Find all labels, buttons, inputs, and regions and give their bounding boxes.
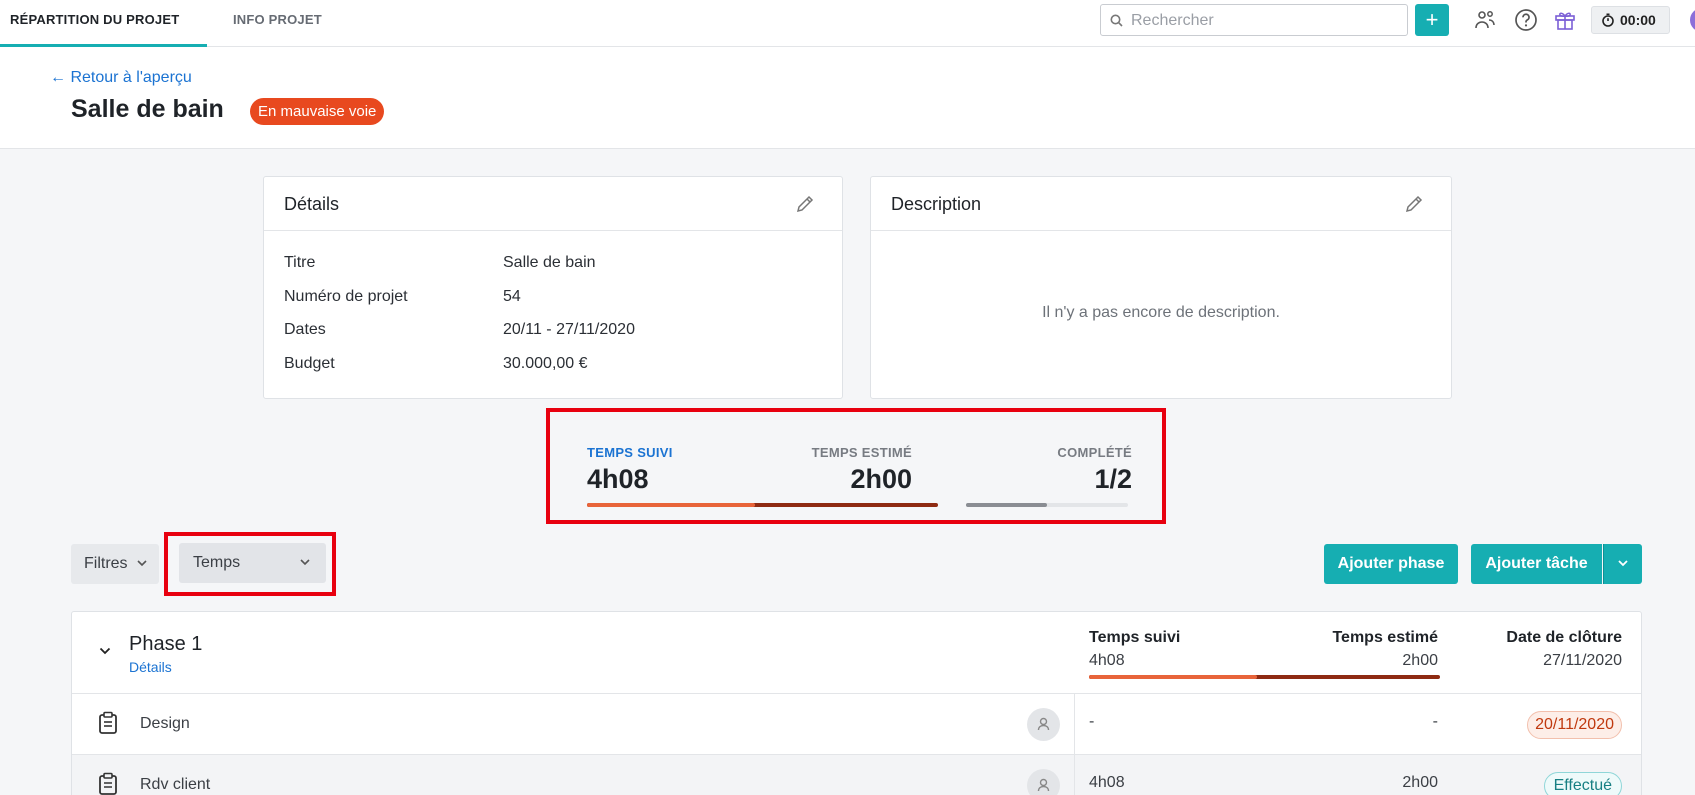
completed-value: 1/2 (1094, 464, 1132, 494)
detail-value: Salle de bain (503, 254, 596, 271)
user-icon (1037, 717, 1050, 731)
add-task-button[interactable]: Ajouter tâche (1471, 544, 1602, 584)
estimated-time-value: 2h00 (850, 464, 912, 494)
chevron-down-icon (300, 559, 310, 566)
description-empty-text: Il n'y a pas encore de description. (1042, 304, 1280, 321)
col-header-tracked: Temps suivi (1089, 629, 1181, 646)
top-bar: RÉPARTITION DU PROJET INFO PROJET + 00:0… (0, 0, 1695, 47)
detail-label: Titre (284, 254, 316, 271)
time-progress-fill (587, 503, 755, 507)
stopwatch-icon (1602, 13, 1614, 27)
task-tracked: 4h08 (1089, 774, 1125, 791)
task-estimated: - (1432, 713, 1438, 730)
tab-project-breakdown[interactable]: RÉPARTITION DU PROJET (0, 0, 207, 47)
clipboard-icon (99, 772, 117, 795)
chevron-down-icon (1618, 560, 1628, 567)
chevron-down-icon[interactable] (99, 647, 111, 655)
completed-progress-fill (966, 503, 1047, 507)
timer-button[interactable]: 00:00 (1591, 6, 1670, 34)
chevron-down-icon (137, 560, 147, 567)
assignee-avatar[interactable] (1027, 708, 1060, 741)
status-badge: En mauvaise voie (250, 98, 385, 125)
user-avatar[interactable] (1690, 8, 1695, 32)
completed-progress-bar (966, 503, 1128, 507)
clipboard-icon (99, 711, 117, 734)
phase-table: Phase 1 Détails Temps suivi 4h08 Temps e… (71, 611, 1642, 795)
filters-button[interactable]: Filtres (71, 544, 159, 584)
detail-value: 30.000,00 € (503, 355, 588, 372)
table-row[interactable]: Design - - 20/11/2020 (72, 694, 1641, 755)
description-card: Description Il n'y a pas encore de descr… (870, 176, 1452, 399)
phase-header: Phase 1 Détails Temps suivi 4h08 Temps e… (72, 612, 1641, 694)
column-divider (1074, 755, 1075, 795)
task-status-badge: Effectué (1543, 772, 1622, 795)
task-due-date-badge: 20/11/2020 (1527, 711, 1622, 739)
arrow-left-icon: ← (50, 69, 66, 86)
table-row[interactable]: Rdv client 4h08 2h00 Effectué (72, 755, 1641, 795)
page-title: Salle de bain (71, 95, 224, 123)
project-header: ← Retour à l'aperçu Salle de bain En mau… (0, 47, 1695, 149)
back-link[interactable]: ← Retour à l'aperçu (50, 69, 192, 87)
phase-estimated-value: 2h00 (1402, 652, 1438, 669)
search-input[interactable] (1131, 11, 1401, 31)
detail-label: Dates (284, 321, 326, 338)
phase-close-date: 27/11/2020 (1543, 652, 1622, 669)
task-name: Rdv client (140, 776, 211, 793)
description-card-title: Description (891, 194, 982, 214)
group-by-value: Temps (193, 554, 241, 571)
help-icon[interactable] (1514, 8, 1538, 32)
time-progress-bar (587, 503, 938, 507)
tracked-time-value: 4h08 (587, 464, 649, 494)
team-icon[interactable] (1473, 8, 1497, 32)
filters-label: Filtres (84, 555, 128, 572)
stats-highlight: TEMPS SUIVI 4h08 TEMPS ESTIMÉ 2h00 COMPL… (546, 408, 1166, 524)
column-divider (1074, 694, 1075, 755)
detail-label: Budget (284, 355, 335, 372)
group-by-select[interactable]: Temps (179, 543, 326, 583)
back-link-label: Retour à l'aperçu (70, 69, 192, 86)
gift-icon[interactable] (1553, 8, 1577, 32)
details-card: Détails Titre Salle de bain Numéro de pr… (263, 176, 843, 399)
task-tracked: - (1089, 713, 1095, 730)
phase-tracked-value: 4h08 (1089, 652, 1125, 669)
phase-time-fill (1089, 675, 1257, 679)
tracked-time-label: TEMPS SUIVI (587, 445, 673, 460)
detail-value: 54 (503, 288, 521, 305)
tab-project-info[interactable]: INFO PROJET (233, 0, 322, 47)
col-header-estimated: Temps estimé (1332, 629, 1438, 646)
col-header-close-date: Date de clôture (1506, 629, 1622, 646)
search-icon (1110, 14, 1123, 27)
add-task-menu-button[interactable] (1603, 544, 1642, 584)
task-estimated: 2h00 (1402, 774, 1438, 791)
assignee-avatar[interactable] (1027, 769, 1060, 795)
pencil-icon[interactable] (794, 193, 816, 215)
completed-label: COMPLÉTÉ (1057, 445, 1132, 460)
detail-value: 20/11 - 27/11/2020 (503, 321, 635, 338)
timer-value: 00:00 (1620, 12, 1656, 28)
detail-label: Numéro de projet (284, 288, 408, 305)
phase-time-bar (1089, 675, 1440, 679)
task-name: Design (140, 715, 190, 732)
user-icon (1037, 778, 1050, 792)
search-box[interactable] (1100, 4, 1408, 36)
add-button[interactable]: + (1415, 4, 1449, 36)
details-card-title: Détails (284, 194, 340, 214)
add-phase-button[interactable]: Ajouter phase (1324, 544, 1458, 584)
pencil-icon[interactable] (1403, 193, 1425, 215)
estimated-time-label: TEMPS ESTIMÉ (811, 445, 912, 460)
phase-details-link[interactable]: Détails (129, 659, 172, 675)
phase-name: Phase 1 (129, 633, 203, 655)
